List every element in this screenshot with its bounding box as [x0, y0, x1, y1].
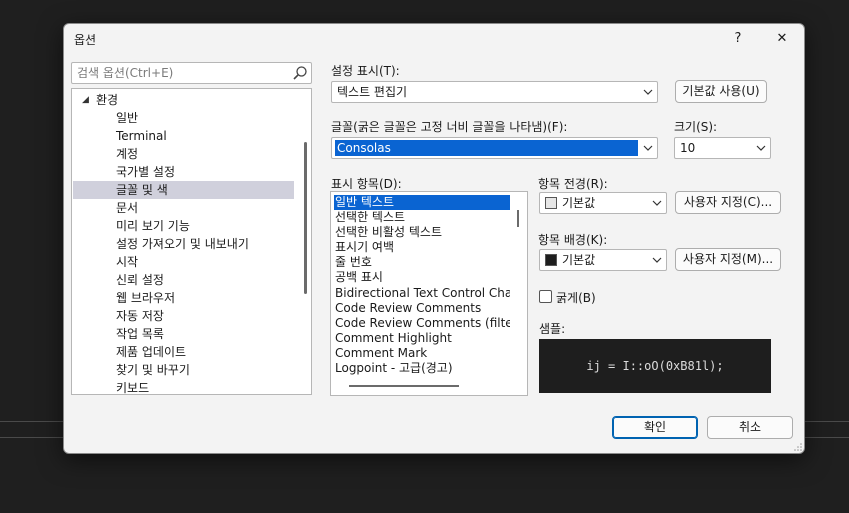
bold-label[interactable]: 굵게(B): [556, 289, 596, 306]
item-foreground-label: 항목 전경(R):: [538, 177, 608, 191]
item-background-label: 항목 배경(K):: [538, 233, 608, 247]
search-icon[interactable]: [292, 65, 308, 81]
tree-item-startup[interactable]: 시작: [73, 253, 294, 271]
tree-item-accounts[interactable]: 계정: [73, 145, 294, 163]
collapse-arrow-icon[interactable]: ◢: [82, 91, 89, 109]
list-item[interactable]: 선택한 텍스트: [334, 210, 510, 225]
list-item[interactable]: Logpoint - 고급(경고): [334, 361, 510, 376]
list-item[interactable]: Comment Mark: [334, 346, 510, 361]
ok-button[interactable]: 확인: [612, 416, 698, 439]
tree-node-label: 환경: [96, 93, 119, 107]
tree-item-import-export[interactable]: 설정 가져오기 및 내보내기: [73, 235, 294, 253]
close-button[interactable]: ✕: [768, 29, 796, 49]
options-tree: ◢ 환경 일반 Terminal 계정 국가별 설정 글꼴 및 색 문서 미리 …: [71, 88, 312, 395]
bold-checkbox[interactable]: [539, 290, 552, 303]
display-items-label: 표시 항목(D):: [331, 177, 402, 191]
size-value: 10: [680, 141, 696, 155]
list-item[interactable]: 줄 번호: [334, 255, 510, 270]
search-input[interactable]: [72, 63, 287, 83]
size-combo[interactable]: 10: [674, 137, 771, 159]
list-item[interactable]: 선택한 비활성 텍스트: [334, 225, 510, 240]
list-item[interactable]: 일반 텍스트: [334, 195, 510, 210]
use-defaults-button[interactable]: 기본값 사용(U): [675, 80, 767, 103]
chevron-down-icon: [643, 145, 653, 151]
tree-item-task-list[interactable]: 작업 목록: [73, 325, 294, 343]
list-item[interactable]: Comment Highlight: [334, 331, 510, 346]
list-item[interactable]: Bidirectional Text Control Charac: [334, 286, 510, 301]
show-settings-combo[interactable]: 텍스트 편집기: [331, 81, 658, 103]
list-item[interactable]: Code Review Comments: [334, 301, 510, 316]
tree-item-autosave[interactable]: 자동 저장: [73, 307, 294, 325]
font-label: 글꼴(굵은 글꼴은 고정 너비 글꼴을 나타냄)(F):: [331, 120, 568, 134]
foreground-custom-button[interactable]: 사용자 지정(C)...: [675, 191, 781, 214]
list-vertical-scrollbar-thumb[interactable]: [517, 210, 519, 227]
options-search-box[interactable]: [71, 62, 312, 84]
tree-item-terminal[interactable]: Terminal: [73, 127, 294, 145]
show-settings-value: 텍스트 편집기: [337, 85, 408, 99]
list-item[interactable]: Code Review Comments (filtered: [334, 316, 510, 331]
tree-item-general[interactable]: 일반: [73, 109, 294, 127]
tree-item-documents[interactable]: 문서: [73, 199, 294, 217]
chevron-down-icon: [652, 257, 662, 263]
tree-item-trust-settings[interactable]: 신뢰 설정: [73, 271, 294, 289]
tree-item-web-browser[interactable]: 웹 브라우저: [73, 289, 294, 307]
font-combo[interactable]: Consolas: [331, 137, 658, 159]
background-color-swatch: [545, 254, 557, 266]
list-item[interactable]: 표시기 여백: [334, 240, 510, 255]
resize-grip-icon[interactable]: [794, 443, 802, 451]
background-custom-button[interactable]: 사용자 지정(M)...: [675, 248, 781, 271]
tree-item-preview-features[interactable]: 미리 보기 기능: [73, 217, 294, 235]
dialog-title: 옵션: [74, 33, 97, 47]
sample-preview: ij = I::oO(0xB81l);: [539, 339, 771, 393]
item-background-combo[interactable]: 기본값: [539, 249, 667, 271]
tree-item-find-replace[interactable]: 찾기 및 바꾸기: [73, 361, 294, 379]
tree-item-international[interactable]: 국가별 설정: [73, 163, 294, 181]
help-button[interactable]: ?: [724, 29, 752, 49]
display-items-list[interactable]: 일반 텍스트 선택한 텍스트 선택한 비활성 텍스트 표시기 여백 줄 번호 공…: [330, 191, 528, 396]
list-item[interactable]: 공백 표시: [334, 270, 510, 285]
sample-label: 샘플:: [539, 322, 566, 336]
tree-node-environment[interactable]: ◢ 환경: [72, 91, 297, 109]
show-settings-label: 설정 표시(T):: [331, 64, 400, 78]
size-label: 크기(S):: [674, 120, 718, 134]
list-horizontal-scrollbar-thumb[interactable]: [349, 385, 459, 387]
title-bar: 옵션 ? ✕: [64, 24, 804, 54]
cancel-button[interactable]: 취소: [707, 416, 793, 439]
tree-item-keyboard[interactable]: 키보드: [73, 379, 294, 394]
tree-scrollbar-thumb[interactable]: [304, 142, 307, 294]
chevron-down-icon: [643, 89, 653, 95]
chevron-down-icon: [652, 200, 662, 206]
options-dialog: 옵션 ? ✕ ◢ 환경 일반 Terminal 계정 국가별 설정 글꼴 및 색…: [63, 23, 805, 454]
font-value: Consolas: [335, 140, 638, 156]
tree-item-fonts-and-colors[interactable]: 글꼴 및 색: [73, 181, 294, 199]
chevron-down-icon: [756, 145, 766, 151]
item-foreground-combo[interactable]: 기본값: [539, 192, 667, 214]
item-background-value: 기본값: [562, 253, 596, 267]
foreground-color-swatch: [545, 197, 557, 209]
tree-item-product-updates[interactable]: 제품 업데이트: [73, 343, 294, 361]
item-foreground-value: 기본값: [562, 196, 596, 210]
